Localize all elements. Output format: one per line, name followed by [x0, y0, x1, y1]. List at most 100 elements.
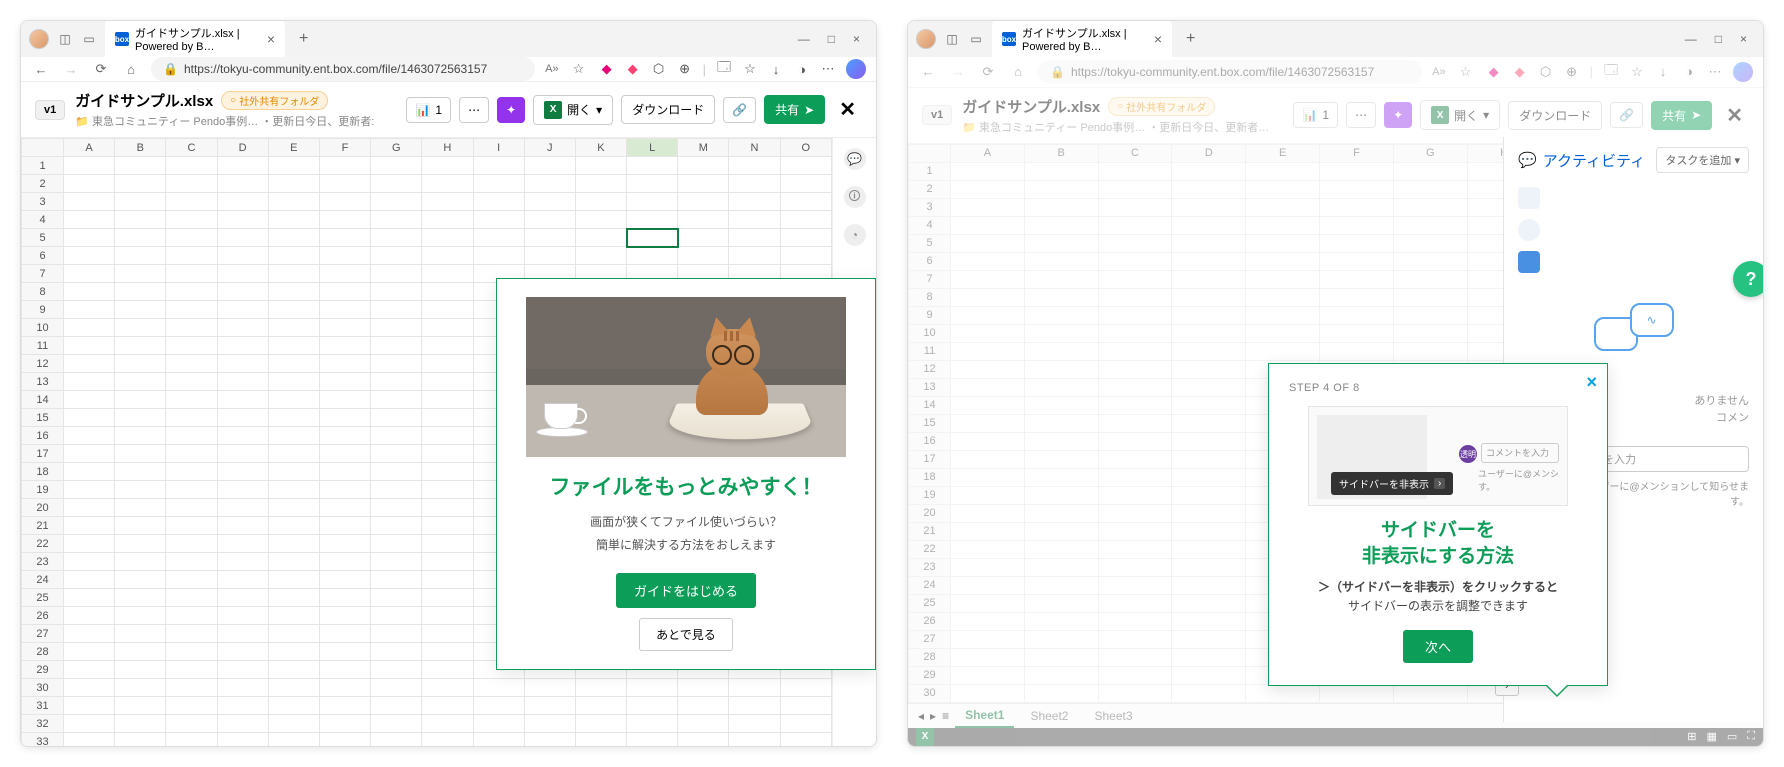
ext-icon-8[interactable]: ◑ [1681, 64, 1697, 80]
ext-icon-3[interactable]: ⬡ [1538, 64, 1554, 80]
step-description: ＞（サイドバーを非表示）をクリックするとサイドバーの表示を調整できます [1289, 578, 1587, 616]
ext-icon-2[interactable]: ◆ [1512, 64, 1528, 80]
link-button[interactable]: 🔗 [1610, 102, 1643, 128]
url-field[interactable]: 🔒 https://tokyu-community.ent.box.com/fi… [151, 57, 535, 81]
tab-close-icon[interactable]: × [1154, 31, 1162, 47]
breadcrumb: 📁 東急コミュニティー Pendo事例… ・更新日今日、更新者… [962, 119, 1269, 135]
ext-icon-4[interactable]: ⊕ [1564, 64, 1580, 80]
status-icon-3[interactable]: ▭ [1727, 730, 1737, 743]
refresh-icon[interactable]: ⟳ [978, 62, 998, 82]
status-icon-1[interactable]: ⊞ [1687, 730, 1696, 743]
sheet-nav-prev[interactable]: ◂ [918, 709, 924, 723]
ext-icon-1[interactable]: ◆ [599, 61, 615, 77]
more-actions-button[interactable]: ⋯ [1346, 102, 1376, 128]
status-icon-2[interactable]: ▦ [1706, 730, 1716, 743]
maximize-icon[interactable]: □ [828, 32, 835, 46]
download-button[interactable]: ダウンロード [1508, 101, 1602, 130]
guide-start-button[interactable]: ガイドをはじめる [616, 573, 756, 608]
activity-item-icon-3[interactable] [1518, 251, 1540, 273]
minimize-icon[interactable]: — [1685, 32, 1697, 46]
profile-avatar-icon[interactable] [29, 29, 49, 49]
copilot-icon[interactable] [846, 59, 866, 79]
breadcrumb: 📁 東急コミュニティー Pendo事例… ・更新日今日、更新者: [75, 113, 374, 129]
reader-badge[interactable]: A» [545, 63, 558, 75]
close-window-icon[interactable]: × [1740, 32, 1747, 46]
step-title: サイドバーを非表示にする方法 [1289, 518, 1587, 569]
more-actions-button[interactable]: ⋯ [459, 97, 489, 123]
back-icon[interactable]: ← [31, 59, 51, 79]
sheet-list-icon[interactable]: ≡ [942, 709, 949, 723]
ext-icon-1[interactable]: ◆ [1486, 64, 1502, 80]
folder-badge: ○社外共有フォルダ [221, 91, 328, 110]
guide-later-button[interactable]: あとで見る [639, 618, 733, 651]
ext-icon-4[interactable]: ⊕ [677, 61, 693, 77]
collections-icon[interactable]: ▭ [81, 31, 97, 47]
maximize-icon[interactable]: □ [1715, 32, 1722, 46]
sheet-tab-3[interactable]: Sheet3 [1084, 705, 1142, 727]
info-icon[interactable]: 🛈 [844, 186, 866, 208]
comment-icon[interactable]: 💬 [844, 148, 866, 170]
close-preview-icon[interactable]: ✕ [833, 97, 862, 122]
forward-icon[interactable]: → [61, 59, 81, 79]
more-icon[interactable]: ⋯ [1707, 64, 1723, 80]
ext-icon-7[interactable]: ↓ [1655, 64, 1671, 80]
share-button[interactable]: 共有 ➤ [764, 95, 825, 124]
workspaces-icon[interactable]: ◫ [57, 31, 73, 47]
back-icon[interactable]: ← [918, 62, 938, 82]
open-button[interactable]: X開く ▾ [1420, 100, 1500, 130]
browser-tab[interactable]: box ガイドサンプル.xlsx | Powered by B… × [992, 20, 1172, 59]
more-icon[interactable]: ⋯ [820, 61, 836, 77]
new-tab-button[interactable]: + [293, 30, 314, 48]
activity-icon[interactable]: ◔ [844, 224, 866, 246]
ai-button[interactable]: ✦ [497, 97, 525, 123]
activity-item-icon-1[interactable] [1518, 187, 1540, 209]
step-next-button[interactable]: 次へ [1403, 630, 1473, 663]
open-button[interactable]: X開く ▾ [533, 95, 613, 125]
ext-icon-5[interactable]: 🗔 [1603, 64, 1619, 80]
status-icon-4[interactable]: ⛶ [1747, 730, 1755, 743]
tab-close-icon[interactable]: × [267, 31, 275, 47]
stats-button[interactable]: 📊 1 [1293, 102, 1338, 128]
titlebar: ◫ ▭ box ガイドサンプル.xlsx | Powered by B… × +… [21, 21, 876, 57]
ext-icon-2[interactable]: ◆ [625, 61, 641, 77]
step-close-icon[interactable]: × [1586, 372, 1597, 393]
close-preview-icon[interactable]: ✕ [1720, 103, 1749, 128]
browser-tab[interactable]: box ガイドサンプル.xlsx | Powered by B… × [105, 20, 285, 59]
copilot-icon[interactable] [1733, 62, 1753, 82]
sheet-tab-1[interactable]: Sheet1 [955, 704, 1014, 728]
refresh-icon[interactable]: ⟳ [91, 59, 111, 79]
ext-icon-6[interactable]: ☆ [1629, 64, 1645, 80]
ext-icon-8[interactable]: ◑ [794, 61, 810, 77]
reader-badge[interactable]: A» [1432, 66, 1445, 78]
sheet-tab-2[interactable]: Sheet2 [1020, 705, 1078, 727]
ext-icon-3[interactable]: ⬡ [651, 61, 667, 77]
home-icon[interactable]: ⌂ [121, 59, 141, 79]
collections-icon[interactable]: ▭ [968, 31, 984, 47]
ext-icon-7[interactable]: ↓ [768, 61, 784, 77]
ext-icon-5[interactable]: 🗔 [716, 61, 732, 77]
preview-input: コメントを入力 [1481, 443, 1559, 463]
step-counter: STEP 4 OF 8 [1289, 382, 1587, 394]
new-tab-button[interactable]: + [1180, 30, 1201, 48]
add-task-button[interactable]: タスクを追加 ▾ [1656, 147, 1749, 173]
minimize-icon[interactable]: — [798, 32, 810, 46]
ext-icon-6[interactable]: ☆ [742, 61, 758, 77]
version-badge[interactable]: v1 [922, 105, 952, 125]
download-button[interactable]: ダウンロード [621, 95, 715, 124]
sheet-nav-next[interactable]: ▸ [930, 709, 936, 723]
close-window-icon[interactable]: × [853, 32, 860, 46]
favorite-icon[interactable]: ☆ [569, 59, 589, 79]
favorite-icon[interactable]: ☆ [1456, 62, 1476, 82]
activity-item-icon-2[interactable] [1518, 219, 1540, 241]
profile-avatar-icon[interactable] [916, 29, 936, 49]
workspaces-icon[interactable]: ◫ [944, 31, 960, 47]
version-badge[interactable]: v1 [35, 100, 65, 120]
url-field[interactable]: 🔒 https://tokyu-community.ent.box.com/fi… [1038, 60, 1422, 84]
link-button[interactable]: 🔗 [723, 97, 756, 123]
home-icon[interactable]: ⌂ [1008, 62, 1028, 82]
ai-button[interactable]: ✦ [1384, 102, 1412, 128]
help-button[interactable]: ? [1733, 261, 1764, 297]
forward-icon[interactable]: → [948, 62, 968, 82]
share-button[interactable]: 共有 ➤ [1651, 101, 1712, 130]
stats-button[interactable]: 📊 1 [406, 97, 451, 123]
